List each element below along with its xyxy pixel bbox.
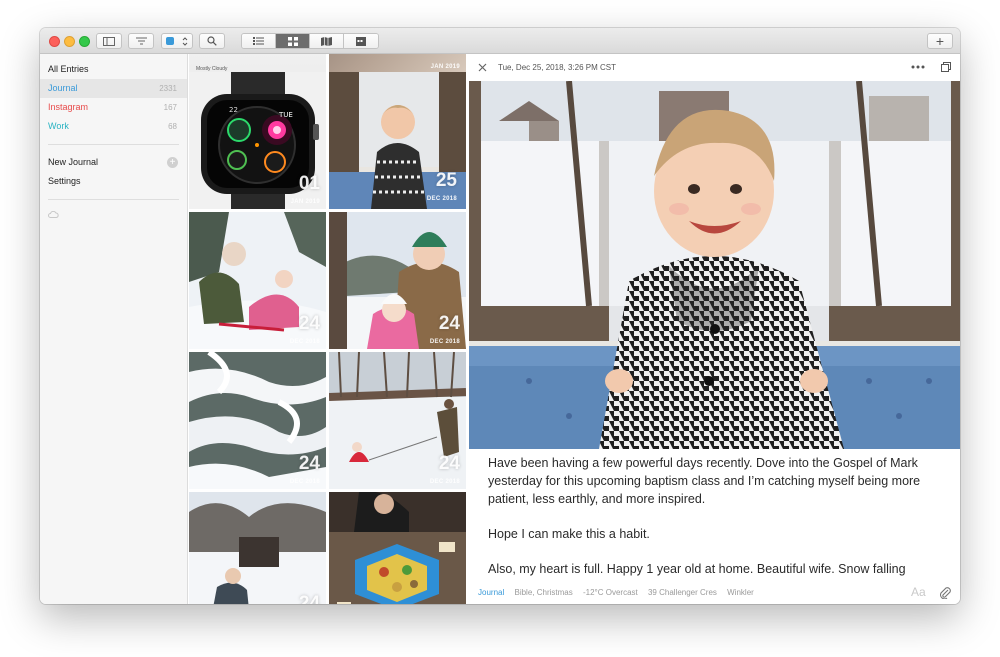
entry-paragraph: Hope I can make this a habit.	[488, 527, 650, 541]
divider	[48, 199, 179, 200]
watch-day: TUE	[278, 111, 293, 119]
sidebar-item-work[interactable]: Work 68	[40, 117, 187, 136]
entry-day: 25	[435, 170, 457, 191]
photo-grid: Mostly Cloudy JAN 2019 TUE 22 01 JAN 201…	[188, 54, 468, 604]
entry-day: 24	[298, 453, 320, 474]
list-view-button[interactable]	[242, 34, 276, 48]
sidebar: All Entries Journal 2331 Instagram 167 W…	[40, 54, 188, 604]
sidebar-item-instagram[interactable]: Instagram 167	[40, 98, 187, 117]
new-journal-button[interactable]: New Journal +	[40, 153, 187, 172]
entry-month: DEC 2018	[289, 339, 320, 345]
entry-weather: -12°C Overcast	[582, 588, 638, 597]
cloud-sync-status[interactable]	[40, 208, 187, 220]
entry-month: JAN 2019	[290, 199, 320, 205]
photo-tile[interactable]: 24 DEC 2018	[189, 212, 326, 349]
add-circle-icon: +	[167, 157, 178, 168]
photo-tile[interactable]: JAN 2019	[329, 54, 466, 72]
filter-button[interactable]	[128, 33, 154, 49]
photo-tile[interactable]: Mostly Cloudy	[189, 54, 326, 72]
close-window-button[interactable]	[49, 36, 60, 47]
title-bar: +	[40, 28, 960, 54]
calendar-icon	[356, 36, 366, 46]
zoom-window-button[interactable]	[79, 36, 90, 47]
new-entry-button[interactable]: +	[927, 33, 953, 49]
journal-name[interactable]: Journal	[478, 588, 504, 597]
entry-paragraph: Have been having a few powerful days rec…	[488, 456, 921, 506]
minimize-window-button[interactable]	[64, 36, 75, 47]
photo-tile-selected[interactable]: 25 DEC 2018	[329, 72, 466, 209]
grid-icon	[287, 36, 298, 46]
entry-place[interactable]: Winkler	[727, 588, 754, 597]
entry-count: 167	[163, 103, 177, 112]
entry-day: 01	[298, 173, 320, 194]
font-settings-button[interactable]: Aa	[911, 585, 926, 599]
entry-day: 24	[438, 313, 460, 334]
entry-month: DEC 2018	[289, 479, 320, 485]
app-window: + All Entries Journal 2331 Instagram 167…	[40, 28, 960, 604]
search-button[interactable]	[199, 33, 225, 49]
entry-count: 68	[168, 122, 177, 131]
photo-tile[interactable]: 24 DEC 2018	[189, 352, 326, 489]
settings-button[interactable]: Settings	[40, 172, 187, 191]
entry-metadata-bar: Journal Bible, Christmas -12°C Overcast …	[468, 582, 960, 604]
watch-date: 22	[229, 106, 238, 114]
map-icon	[321, 36, 332, 46]
entry-day: 24	[298, 593, 320, 604]
map-view-button[interactable]	[310, 34, 344, 48]
photo-tile[interactable]: TUE 22 01 JAN 2019	[189, 72, 326, 209]
entry-month: DEC 2018	[426, 196, 457, 202]
sidebar-icon	[103, 36, 115, 46]
entry-count: 2331	[159, 84, 177, 93]
entry-paragraph: Also, my heart is full. Happy 1 year old…	[488, 562, 906, 576]
journal-color-swatch	[166, 37, 174, 45]
new-journal-label: New Journal	[48, 157, 99, 167]
sidebar-item-label: Journal	[48, 83, 78, 93]
entry-day: 24	[438, 453, 460, 474]
list-icon	[253, 37, 264, 45]
more-options-icon[interactable]	[911, 65, 925, 69]
sidebar-item-label: All Entries	[48, 64, 89, 74]
board-game-photo	[329, 492, 466, 604]
entry-tags[interactable]: Bible, Christmas	[514, 588, 572, 597]
entry-body[interactable]: Have been having a few powerful days rec…	[488, 454, 938, 595]
entry-date: Tue, Dec 25, 2018, 3:26 PM CST	[498, 63, 616, 72]
filter-icon	[135, 37, 147, 45]
sidebar-item-all-entries[interactable]: All Entries	[40, 60, 187, 79]
entry-location[interactable]: 39 Challenger Cres	[648, 588, 717, 597]
toggle-sidebar-button[interactable]	[96, 33, 122, 49]
divider	[48, 144, 179, 145]
photo-grid-view-button[interactable]	[276, 34, 310, 48]
close-icon[interactable]	[478, 63, 487, 72]
settings-label: Settings	[48, 176, 81, 186]
entry-photo[interactable]	[469, 81, 960, 449]
sidebar-item-label: Instagram	[48, 102, 89, 112]
cloud-icon	[48, 210, 59, 218]
sidebar-item-label: Work	[48, 121, 69, 131]
plus-icon: +	[935, 33, 945, 49]
journal-color-popup[interactable]	[161, 33, 193, 49]
photo-tile[interactable]	[329, 492, 466, 604]
entry-month: DEC 2018	[429, 479, 460, 485]
entry-detail: Tue, Dec 25, 2018, 3:26 PM CST Have been…	[468, 54, 960, 604]
search-icon	[207, 36, 217, 46]
calendar-view-button[interactable]	[344, 34, 378, 48]
photo-tile[interactable]: 24 DEC 2018	[329, 212, 466, 349]
paperclip-icon[interactable]	[939, 586, 951, 599]
entry-month: DEC 2018	[429, 339, 460, 345]
yard-snow-photo	[189, 492, 326, 604]
photo-tile[interactable]: 24	[189, 492, 326, 604]
open-in-window-icon[interactable]	[941, 62, 951, 72]
entry-day: 24	[298, 313, 320, 334]
view-mode-selector	[241, 33, 379, 49]
photo-tile[interactable]: 24 DEC 2018	[329, 352, 466, 489]
baby-in-coat-photo	[469, 81, 960, 449]
entry-month: JAN 2019	[430, 64, 460, 70]
sidebar-item-journal[interactable]: Journal 2331	[40, 79, 187, 98]
entry-header: Tue, Dec 25, 2018, 3:26 PM CST	[468, 54, 960, 81]
chevron-updown-icon	[182, 36, 188, 46]
